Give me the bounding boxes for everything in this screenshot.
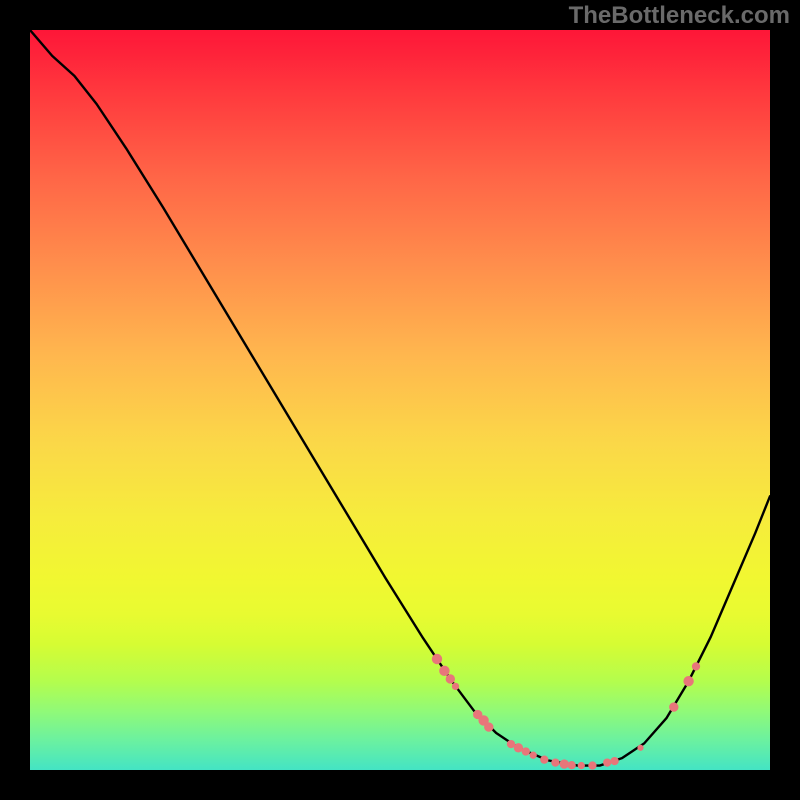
curve-svg: [30, 30, 770, 770]
bottleneck-curve: [30, 30, 770, 766]
data-marker: [637, 745, 643, 751]
data-marker: [446, 674, 455, 683]
data-marker: [669, 702, 678, 711]
data-marker: [522, 747, 530, 755]
data-marker: [540, 755, 548, 763]
data-marker: [578, 762, 585, 769]
data-marker: [683, 676, 693, 686]
data-marker: [560, 759, 569, 768]
data-marker: [603, 758, 611, 766]
data-marker: [484, 722, 493, 731]
data-marker: [439, 666, 449, 676]
data-marker: [452, 683, 459, 690]
data-marker: [610, 757, 618, 765]
data-marker: [530, 752, 537, 759]
data-marker: [588, 761, 596, 769]
data-marker: [568, 761, 576, 769]
watermark-text: TheBottleneck.com: [569, 2, 790, 30]
chart-container: TheBottleneck.com: [0, 0, 800, 800]
plot-area: [30, 30, 770, 770]
data-marker: [692, 662, 700, 670]
data-marker: [432, 654, 442, 664]
data-marker: [551, 758, 559, 766]
